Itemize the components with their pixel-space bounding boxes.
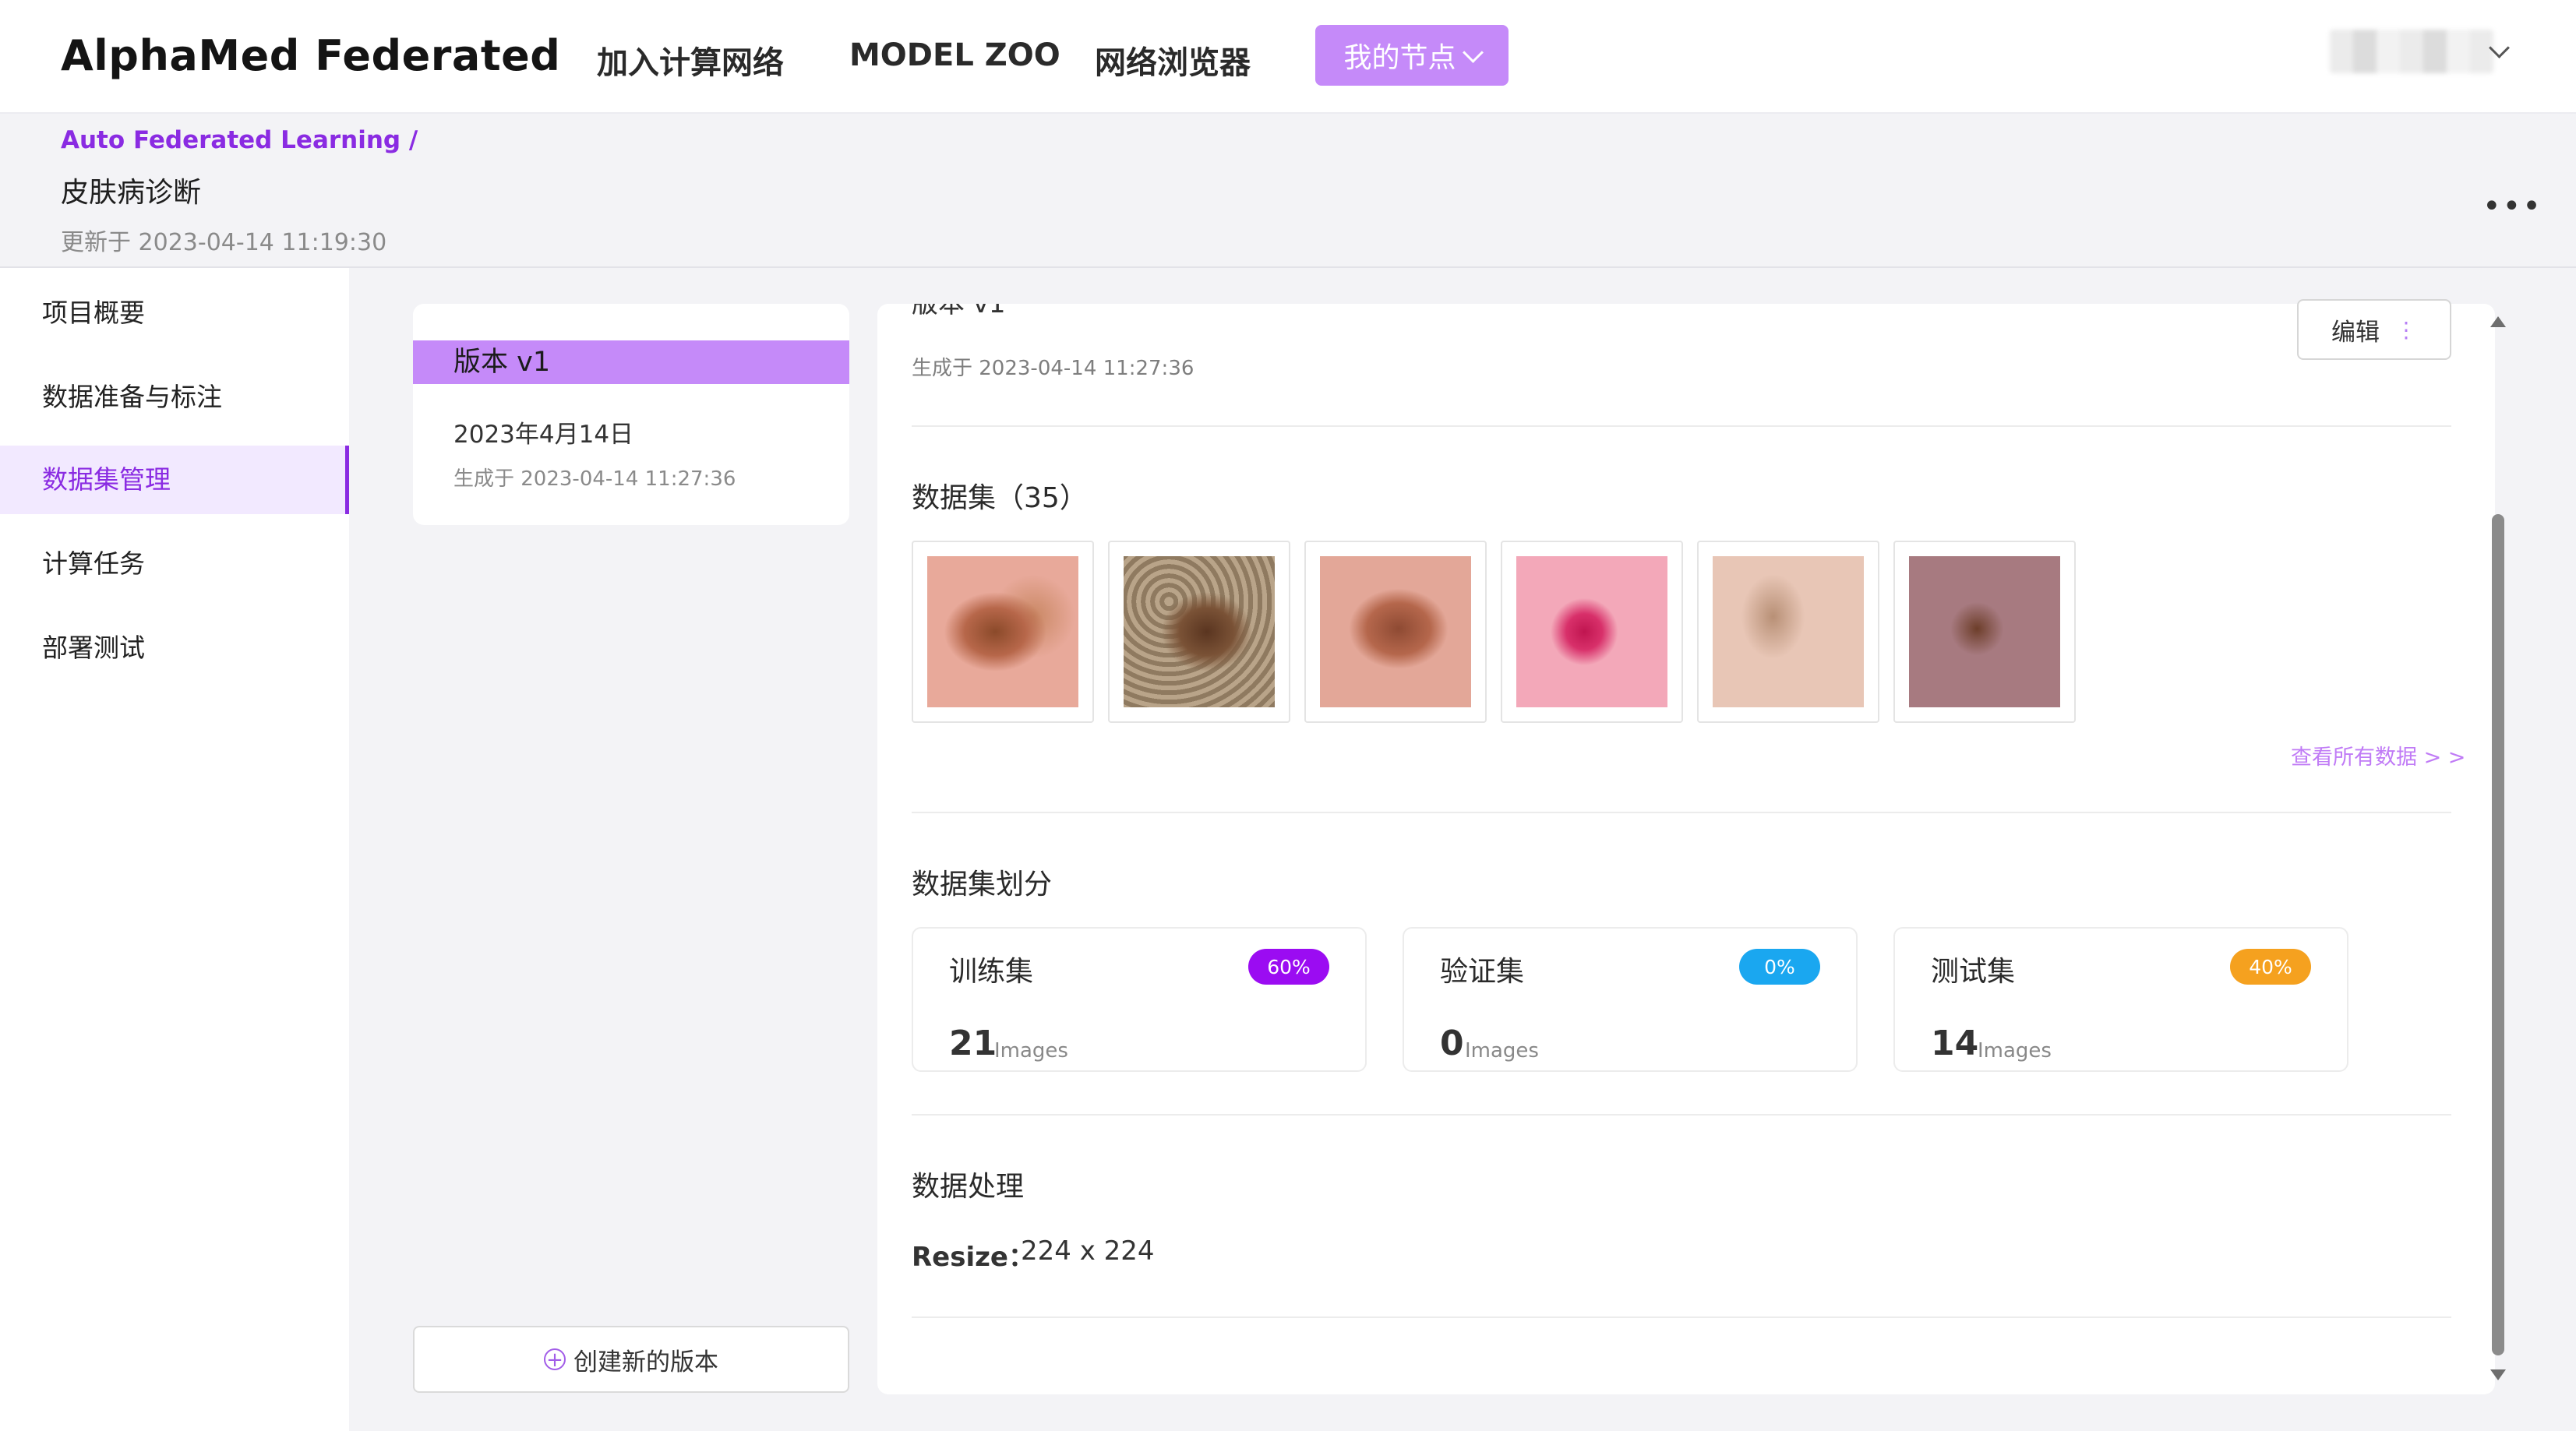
split-name: 测试集: [1931, 956, 2016, 988]
skin-lesion-image: [1124, 556, 1275, 707]
dataset-title: 数据集（35）: [912, 482, 1088, 514]
dataset-thumbnail[interactable]: [912, 541, 1094, 723]
edit-button[interactable]: 编辑 ⋮: [2297, 299, 2451, 360]
dataset-thumbnail[interactable]: [1501, 541, 1683, 723]
breadcrumb[interactable]: Auto Federated Learning /: [61, 126, 418, 154]
edit-label: 编辑: [2331, 318, 2380, 347]
divider: [912, 1316, 2451, 1318]
divider: [912, 1114, 2451, 1116]
skin-lesion-image: [1909, 556, 2060, 707]
version-detail-panel: [877, 304, 2495, 1394]
dataset-thumbnail[interactable]: [1893, 541, 2076, 723]
plus-icon: +: [544, 1348, 566, 1370]
chevron-down-icon: [1462, 41, 1484, 63]
nav-join-network[interactable]: 加入计算网络: [597, 37, 784, 83]
project-title: 皮肤病诊断: [61, 177, 202, 209]
processing-title: 数据处理: [912, 1171, 1025, 1203]
sidebar: [0, 268, 349, 1431]
more-vertical-icon: ⋮: [2395, 316, 2417, 343]
brand-logo[interactable]: AlphaMed Federated: [61, 31, 560, 80]
see-all-data-link[interactable]: 查看所有数据 > >: [2291, 740, 2465, 770]
sidebar-item-deploy-test[interactable]: 部署测试: [0, 614, 349, 682]
scroll-down-arrow-icon[interactable]: [2490, 1369, 2506, 1380]
sidebar-item-data-prep[interactable]: 数据准备与标注: [0, 363, 349, 432]
resize-label: Resize：: [912, 1242, 1035, 1273]
divider: [912, 812, 2451, 813]
split-percent-badge: 40%: [2230, 949, 2311, 985]
dataset-thumbnail[interactable]: [1304, 541, 1487, 723]
version-generated: 生成于 2023-04-14 11:27:36: [453, 467, 736, 491]
version-date: 2023年4月14日: [453, 421, 634, 449]
version-heading-clip: 版本 v1: [877, 304, 2495, 327]
create-version-label: 创建新的版本: [573, 1348, 718, 1376]
split-card-validation: 验证集 0% 0 Images: [1403, 927, 1858, 1072]
resize-value: 224 x 224: [1021, 1235, 1155, 1267]
split-card-train: 训练集 60% 21 Images: [912, 927, 1367, 1072]
detail-generated: 生成于 2023-04-14 11:27:36: [912, 357, 1194, 380]
skin-lesion-image: [927, 556, 1078, 707]
create-version-button[interactable]: + 创建新的版本: [413, 1326, 849, 1393]
split-name: 训练集: [949, 956, 1034, 988]
more-options-icon[interactable]: •••: [2482, 189, 2542, 224]
version-heading: 版本 v1: [912, 304, 1006, 319]
scrollbar-thumb[interactable]: [2492, 514, 2504, 1355]
dataset-thumbnail[interactable]: [1108, 541, 1290, 723]
split-title: 数据集划分: [912, 869, 1053, 901]
user-avatar-blurred[interactable]: [2330, 30, 2493, 73]
my-node-label: 我的节点: [1343, 42, 1456, 74]
version-item-v1[interactable]: 版本 v1: [413, 340, 849, 384]
sidebar-item-dataset-management[interactable]: 数据集管理: [0, 446, 349, 514]
sidebar-item-overview[interactable]: 项目概要: [0, 279, 349, 347]
user-menu-chevron[interactable]: [2489, 37, 2510, 58]
divider: [912, 425, 2451, 427]
split-card-test: 测试集 40% 14 Images: [1893, 927, 2348, 1072]
skin-lesion-image: [1713, 556, 1864, 707]
skin-lesion-image: [1320, 556, 1471, 707]
split-percent-badge: 0%: [1739, 949, 1820, 985]
dataset-thumbnail[interactable]: [1697, 541, 1879, 723]
split-name: 验证集: [1440, 956, 1525, 988]
nav-model-zoo[interactable]: MODEL ZOO: [849, 37, 1060, 73]
split-unit: Images: [994, 1039, 1068, 1063]
scroll-up-arrow-icon[interactable]: [2490, 316, 2506, 327]
split-unit: Images: [1465, 1039, 1539, 1063]
split-percent-badge: 60%: [1248, 949, 1329, 985]
sidebar-item-compute-tasks[interactable]: 计算任务: [0, 530, 349, 598]
project-updated-time: 更新于 2023-04-14 11:19:30: [61, 229, 387, 256]
split-count: 21: [949, 1024, 997, 1063]
split-count: 14: [1931, 1024, 1979, 1063]
split-unit: Images: [1978, 1039, 2052, 1063]
split-count: 0: [1440, 1024, 1464, 1063]
nav-network-browser[interactable]: 网络浏览器: [1095, 37, 1251, 83]
my-node-dropdown[interactable]: 我的节点: [1315, 25, 1509, 86]
skin-lesion-image: [1516, 556, 1667, 707]
